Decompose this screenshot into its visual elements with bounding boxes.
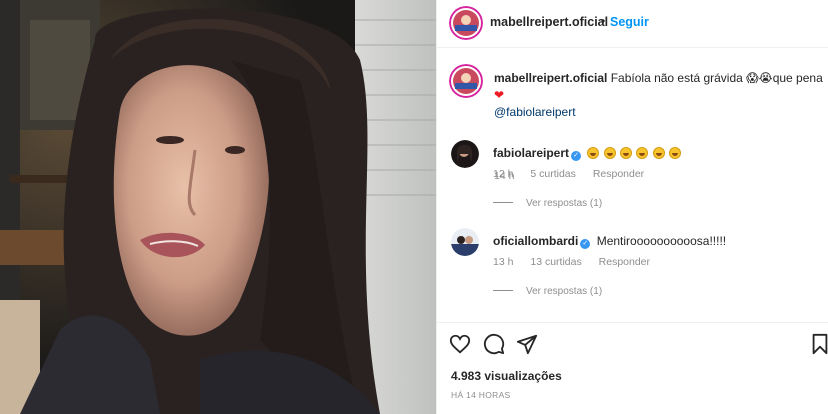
view-replies-label: Ver respostas (1)	[526, 286, 603, 297]
separator-dot: •	[601, 14, 606, 28]
post-details-panel: mabellreipert.oficial • Seguir mabellrei…	[436, 0, 828, 414]
view-count[interactable]: 4.983 visualizações	[451, 369, 562, 383]
comment-username[interactable]: oficiallombardi	[493, 234, 578, 248]
verified-badge-icon: ✓	[580, 239, 591, 249]
caption-body-2: que pena	[772, 71, 823, 85]
commenter-avatar[interactable]	[451, 228, 479, 256]
comment-emojis	[587, 146, 682, 160]
comment-item: fabiolareipert ✓ 12 h 5 curtidas Responde…	[437, 140, 828, 220]
comment-username[interactable]: fabiolareipert	[493, 146, 569, 160]
comment-text: Mentiroooooooooosa!!!!!	[596, 234, 727, 248]
author-username[interactable]: mabellreipert.oficial	[490, 15, 608, 29]
paper-plane-icon[interactable]	[516, 333, 538, 355]
comment-time: 13 h	[493, 256, 514, 268]
reply-button[interactable]: Responder	[593, 168, 644, 180]
action-bar: 4.983 visualizações HÁ 14 HORAS	[437, 322, 828, 414]
post-header: mabellreipert.oficial • Seguir	[437, 0, 828, 48]
laughing-emoji-icon	[636, 147, 649, 159]
caption-username[interactable]: mabellreipert.oficial	[494, 71, 607, 85]
heart-emoji: ❤	[494, 88, 505, 102]
comment-line: fabiolareipert ✓	[493, 146, 682, 161]
replies-divider	[493, 290, 513, 291]
replies-divider	[493, 202, 513, 203]
post-timestamp: HÁ 14 HORAS	[451, 390, 511, 400]
comment-meta: 12 h 5 curtidas Responder	[493, 168, 658, 180]
view-replies-label: Ver respostas (1)	[526, 198, 603, 209]
bookmark-icon[interactable]	[809, 333, 828, 355]
comment-bubble-icon[interactable]	[483, 333, 505, 355]
reply-button[interactable]: Responder	[599, 256, 650, 268]
caption-body: Fabíola não está grávida	[610, 71, 743, 85]
comment-time: 12 h	[493, 168, 514, 180]
comment-meta: 13 h 13 curtidas Responder	[493, 256, 664, 268]
comment-likes[interactable]: 5 curtidas	[530, 168, 576, 180]
caption-avatar[interactable]	[449, 64, 483, 98]
commenter-avatar[interactable]	[451, 140, 479, 168]
follow-button[interactable]: Seguir	[610, 15, 649, 29]
comment-likes[interactable]: 13 curtidas	[530, 256, 581, 268]
laughing-emoji-icon	[603, 147, 616, 159]
caption-emoji: 😱😭	[746, 71, 773, 85]
view-replies-button[interactable]: Ver respostas (1)	[493, 286, 602, 297]
laughing-emoji-icon	[669, 147, 682, 159]
laughing-emoji-icon	[587, 147, 600, 159]
laughing-emoji-icon	[652, 147, 665, 159]
view-replies-button[interactable]: Ver respostas (1)	[493, 198, 602, 209]
heart-outline-icon[interactable]	[449, 333, 471, 355]
author-avatar[interactable]	[449, 6, 483, 40]
caption-mention[interactable]: @fabiolareipert	[494, 105, 576, 119]
comment-item: oficiallombardi ✓ Mentiroooooooooosa!!!!!…	[437, 228, 828, 308]
verified-badge-icon: ✓	[571, 151, 582, 161]
caption-text: mabellreipert.oficial Fabíola não está g…	[494, 70, 828, 121]
video-frame-image	[0, 0, 436, 414]
comment-line: oficiallombardi ✓ Mentiroooooooooosa!!!!!	[493, 234, 726, 249]
post-video[interactable]	[0, 0, 436, 414]
laughing-emoji-icon	[620, 147, 633, 159]
